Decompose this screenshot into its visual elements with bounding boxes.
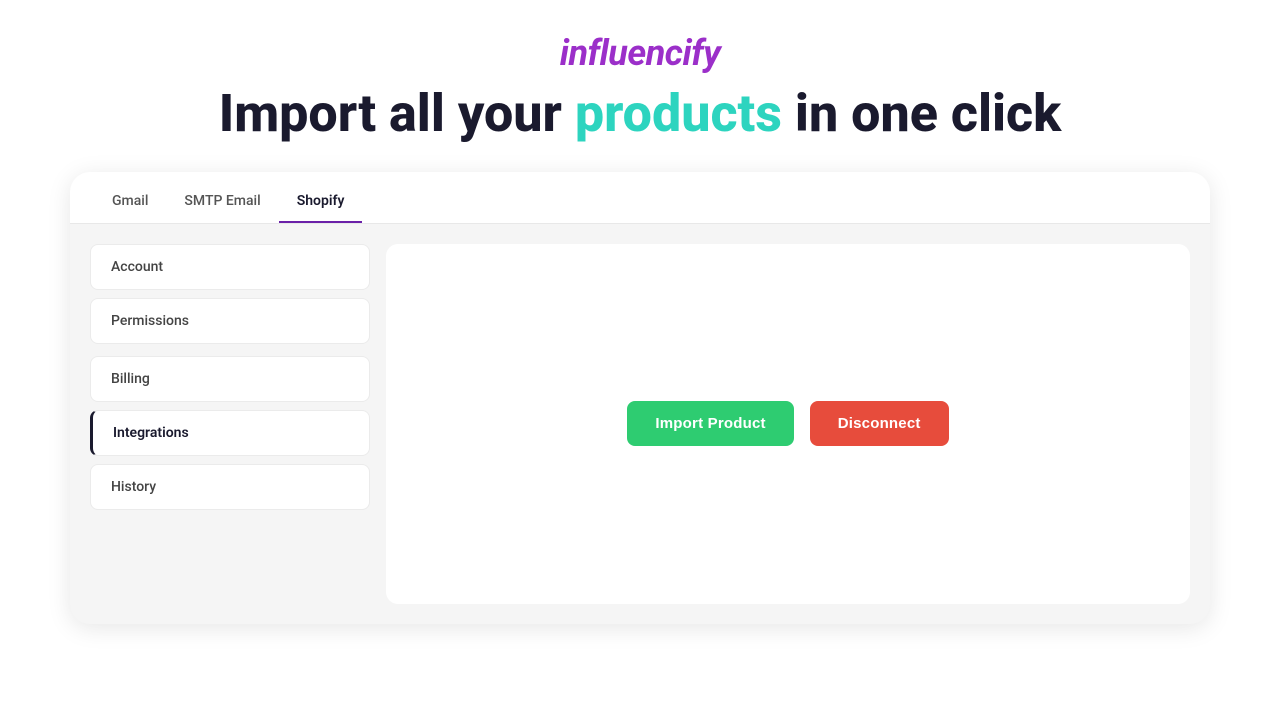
logo: influencify xyxy=(560,32,721,74)
sidebar-group-integrations: Integrations History xyxy=(90,410,370,510)
tab-shopify[interactable]: Shopify xyxy=(279,179,363,223)
sidebar-group-account: Account Permissions xyxy=(90,244,370,344)
content-area: Import Product Disconnect xyxy=(386,244,1190,604)
sidebar-item-account[interactable]: Account xyxy=(90,244,370,290)
main-card: Gmail SMTP Email Shopify Account Permiss… xyxy=(70,172,1210,624)
action-buttons: Import Product Disconnect xyxy=(627,401,948,446)
hero-suffix: in one click xyxy=(782,83,1061,144)
hero-highlight: products xyxy=(575,83,782,144)
sidebar-group-billing: Billing xyxy=(90,356,370,402)
tabs-bar: Gmail SMTP Email Shopify xyxy=(70,172,1210,224)
hero-title: Import all your products in one click xyxy=(219,84,1061,144)
sidebar-item-permissions[interactable]: Permissions xyxy=(90,298,370,344)
sidebar-item-billing[interactable]: Billing xyxy=(90,356,370,402)
hero-prefix: Import all your xyxy=(219,83,575,144)
tab-smtp-email[interactable]: SMTP Email xyxy=(166,179,278,223)
import-product-button[interactable]: Import Product xyxy=(627,401,793,446)
header: influencify xyxy=(0,0,1280,84)
sidebar-item-history[interactable]: History xyxy=(90,464,370,510)
disconnect-button[interactable]: Disconnect xyxy=(810,401,949,446)
card-body: Account Permissions Billing Integrations… xyxy=(70,224,1210,624)
tab-gmail[interactable]: Gmail xyxy=(94,179,166,223)
sidebar: Account Permissions Billing Integrations… xyxy=(90,244,370,604)
sidebar-item-integrations[interactable]: Integrations xyxy=(90,410,370,456)
